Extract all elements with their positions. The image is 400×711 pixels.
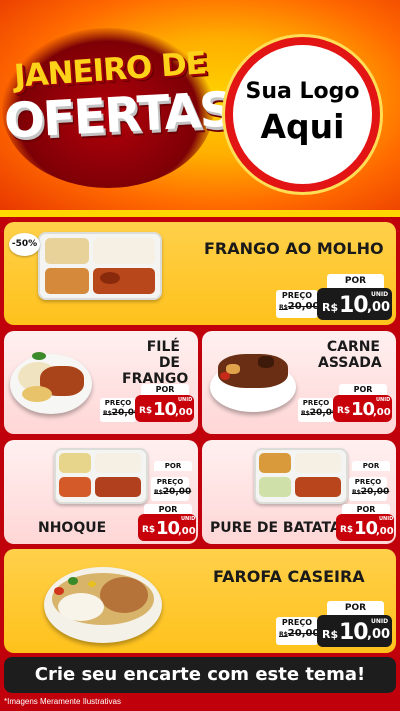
old-price: R$20,00 [279,301,320,312]
old-price-tag: PREÇO R$20,00 [100,398,141,422]
old-price: R$20,00 [279,628,320,639]
discount-badge: -50% [9,233,40,256]
old-price: R$20,00 [352,487,390,497]
por-label: POR [327,601,384,615]
logo-text-line-2: Aqui [260,107,345,146]
product-card-nhoque[interactable]: NHOQUE POR PREÇO R$20,00 POR R$ 10 ,00 U… [4,440,198,544]
old-price-tag: PREÇO R$20,00 [349,477,390,501]
product-card-file-de-frango[interactable]: FILÉ DE FRANGO POR PREÇO R$20,00 R$ 10 ,… [4,331,198,434]
current-price: R$ 10 ,00 UNID [317,615,392,647]
nhoque-image [54,448,150,506]
logo-placeholder[interactable]: Sua Logo Aqui [225,37,380,192]
product-card-carne-assada[interactable]: CARNE ASSADA POR PREÇO R$20,00 R$ 10 ,00… [202,331,396,434]
header-divider [0,210,400,217]
old-price-tag: PREÇO R$20,00 [298,398,339,422]
product-card-frango-ao-molho[interactable]: FRANGO AO MOLHO POR PREÇO R$20,00 R$ 10 … [4,222,396,325]
header-banner: JANEIRO DE OFERTAS Sua Logo Aqui [0,0,400,217]
por-label: POR [141,384,189,395]
current-price: R$ 10 ,00 UNID [333,395,392,422]
old-price-tag: PREÇO R$20,00 [276,290,320,318]
por-label: POR [339,384,387,395]
product-name: NHOQUE [38,520,107,536]
product-name: FRANGO AO MOLHO [204,239,384,258]
cta-banner[interactable]: Crie seu encarte com este tema! [4,657,396,693]
product-name: FILÉ DE FRANGO [122,339,189,388]
preco-label: PREÇO [281,291,313,300]
farofa-caseira-image [44,557,164,645]
por-label: POR [327,274,384,288]
title-line-2: OFERTAS [2,81,234,150]
old-price-tag: PREÇO R$20,00 [151,477,192,501]
product-name: PURE DE BATATA [210,520,341,536]
frango-ao-molho-image [38,232,164,302]
current-price: R$ 10 ,00 UNID [317,288,392,320]
por-label: POR [352,461,390,471]
product-card-pure-de-batata[interactable]: PURE DE BATATA POR PREÇO R$20,00 POR R$ … [202,440,396,544]
por-label: POR [154,461,192,471]
product-name: FAROFA CASEIRA [213,567,365,586]
offer-flyer: JANEIRO DE OFERTAS Sua Logo Aqui FRANGO … [0,0,400,711]
file-de-frango-image [10,346,94,416]
old-price: R$20,00 [154,487,192,497]
carne-assada-image [210,346,298,416]
pure-de-batata-image [254,448,350,506]
footer-disclaimer: *Imagens Meramente Ilustrativas [4,697,121,706]
old-price: R$20,00 [301,408,339,418]
old-price: R$20,00 [103,408,141,418]
old-price-tag: PREÇO R$20,00 [276,617,320,645]
current-price: R$ 10 ,00 UNID [336,514,394,541]
current-price: R$ 10 ,00 UNID [135,395,194,422]
current-price: R$ 10 ,00 UNID [138,514,196,541]
logo-text-line-1: Sua Logo [245,79,360,104]
product-name: CARNE ASSADA [318,339,382,372]
product-card-farofa-caseira[interactable]: FAROFA CASEIRA POR PREÇO R$20,00 R$ 10 ,… [4,549,396,653]
